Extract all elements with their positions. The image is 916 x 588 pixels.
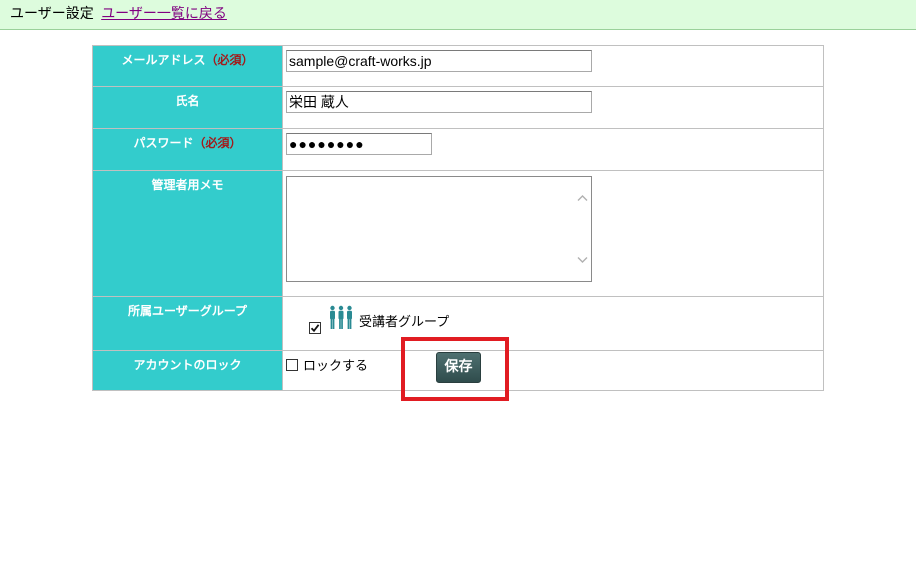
checkmark-icon bbox=[310, 324, 320, 333]
memo-scrollbar[interactable] bbox=[574, 177, 591, 281]
scroll-up-icon[interactable] bbox=[577, 193, 588, 204]
lock-checkbox[interactable] bbox=[286, 359, 298, 371]
email-field-cell bbox=[282, 45, 824, 87]
group-label: 所属ユーザーグループ bbox=[127, 304, 248, 318]
name-label: 氏名 bbox=[175, 94, 200, 108]
group-checkbox[interactable] bbox=[309, 322, 321, 334]
form-row-password: パスワード（必須） bbox=[92, 128, 824, 171]
password-label: パスワード bbox=[133, 136, 194, 150]
name-field-cell bbox=[282, 86, 824, 129]
lock-label-cell: アカウントのロック bbox=[92, 350, 283, 391]
email-label: メールアドレス bbox=[121, 53, 206, 67]
form-row-name: 氏名 bbox=[92, 86, 824, 129]
name-label-cell: 氏名 bbox=[92, 86, 283, 129]
back-to-user-list-link[interactable]: ユーザー一覧に戻る bbox=[101, 6, 227, 22]
password-field-cell bbox=[282, 128, 824, 171]
group-item-label: 受講者グループ bbox=[359, 315, 450, 330]
lock-field-cell: ロックする bbox=[282, 350, 824, 391]
lock-label: アカウントのロック bbox=[133, 358, 242, 372]
scroll-down-icon[interactable] bbox=[577, 254, 588, 265]
group-label-cell: 所属ユーザーグループ bbox=[92, 296, 283, 351]
email-input[interactable] bbox=[286, 50, 592, 72]
form-row-memo: 管理者用メモ bbox=[92, 170, 824, 297]
memo-textarea[interactable] bbox=[286, 176, 592, 282]
memo-label: 管理者用メモ bbox=[151, 178, 224, 192]
group-field-cell: 受講者グループ bbox=[282, 296, 824, 351]
page-title: ユーザー設定 bbox=[10, 6, 94, 22]
email-label-cell: メールアドレス（必須） bbox=[92, 45, 283, 87]
group-option: 受講者グループ bbox=[286, 301, 820, 341]
password-required-mark: （必須） bbox=[193, 136, 242, 150]
name-input[interactable] bbox=[286, 91, 592, 113]
users-group-icon bbox=[330, 305, 352, 329]
top-bar: ユーザー設定 ユーザー一覧に戻る bbox=[0, 0, 916, 30]
password-label-cell: パスワード（必須） bbox=[92, 128, 283, 171]
memo-label-cell: 管理者用メモ bbox=[92, 170, 283, 297]
password-input[interactable] bbox=[286, 133, 432, 155]
save-button[interactable]: 保存 bbox=[436, 352, 481, 383]
lock-checkbox-label[interactable]: ロックする bbox=[303, 359, 368, 374]
form-row-email: メールアドレス（必須） bbox=[92, 45, 824, 87]
email-required-mark: （必須） bbox=[205, 53, 254, 67]
memo-field-cell bbox=[282, 170, 824, 297]
